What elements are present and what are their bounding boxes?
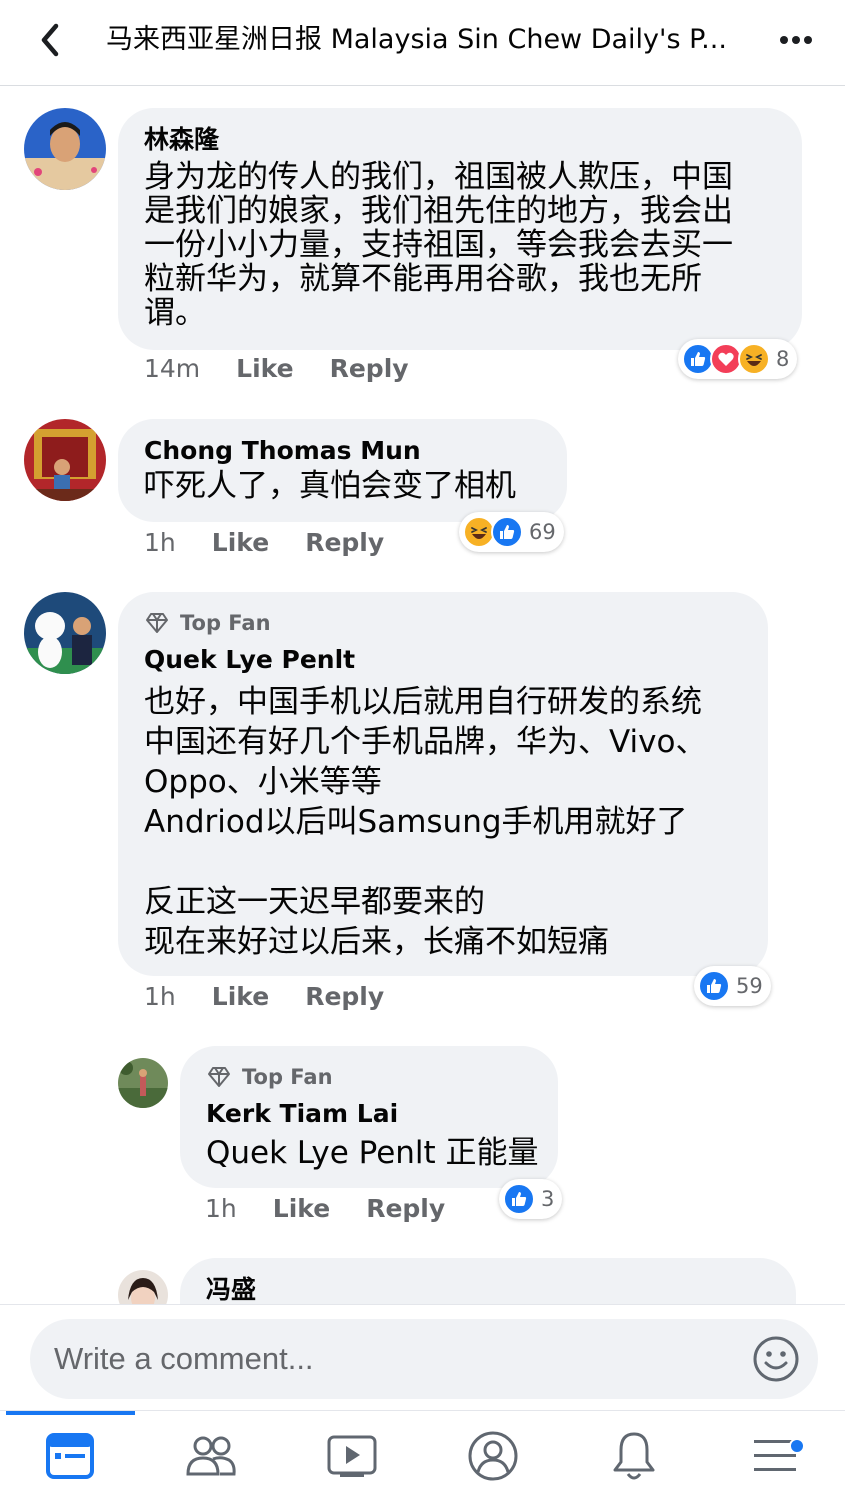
avatar[interactable] <box>24 592 106 674</box>
comment-text: 吓死人了，真怕会变了相机 <box>144 468 516 504</box>
comment-composer <box>0 1304 845 1410</box>
top-fan-badge: Top Fan <box>144 610 271 636</box>
comment-line: 粒新华为，就算不能再用谷歌，我也无所 <box>144 261 702 297</box>
comment-bubble[interactable]: Chong Thomas Mun 吓死人了，真怕会变了相机 <box>118 419 567 522</box>
comment-author[interactable]: Chong Thomas Mun <box>144 435 421 467</box>
comment-line: Oppo、小米等等 <box>144 764 382 800</box>
comment-text: 也好，中国手机以后就用自行研发的系统 中国还有好几个手机品牌，华为、Vivo、 … <box>144 682 754 962</box>
like-reaction-icon <box>503 1183 535 1215</box>
comment-author[interactable]: 林森隆 <box>144 124 219 156</box>
more-dots-icon <box>780 36 788 44</box>
comment-bubble[interactable]: Top Fan Quek Lye Penlt 也好，中国手机以后就用自行研发的系… <box>118 592 768 976</box>
watch-icon <box>327 1435 377 1477</box>
comment-actions: 1h Like Reply <box>144 982 384 1011</box>
like-button[interactable]: Like <box>212 982 269 1011</box>
avatar[interactable] <box>24 108 106 190</box>
comment-text: 身为龙的传人的我们，祖国被人欺压，中国 是我们的娘家，我们祖先住的地方，我会出 … <box>144 160 784 330</box>
news-feed-icon <box>46 1433 94 1479</box>
comment-line: 谓。 <box>144 295 206 331</box>
comment-author[interactable]: Kerk Tiam Lai <box>206 1098 398 1130</box>
tab-notifications[interactable] <box>564 1411 704 1500</box>
top-fan-label: Top Fan <box>180 611 271 635</box>
more-dot <box>792 36 800 44</box>
profile-photo <box>24 592 106 674</box>
reaction-summary[interactable]: 59 <box>694 966 771 1006</box>
comment-author[interactable]: Quek Lye Penlt <box>144 644 355 676</box>
tab-profile[interactable] <box>423 1411 563 1500</box>
reaction-summary[interactable]: 3 <box>499 1179 563 1219</box>
top-fan-label: Top Fan <box>242 1065 333 1089</box>
comment-text: Quek Lye Penlt 正能量 <box>206 1135 539 1171</box>
reply-button[interactable]: Reply <box>366 1194 445 1223</box>
reaction-count: 3 <box>541 1187 555 1211</box>
profile-photo <box>24 108 106 190</box>
haha-reaction-icon <box>738 343 770 375</box>
like-button[interactable]: Like <box>273 1194 330 1223</box>
reaction-count: 59 <box>736 974 763 998</box>
top-fan-badge: Top Fan <box>206 1064 333 1090</box>
like-reaction-icon <box>491 516 523 548</box>
comment-bubble[interactable]: 林森隆 身为龙的传人的我们，祖国被人欺压，中国 是我们的娘家，我们祖先住的地方，… <box>118 108 802 350</box>
tab-friends[interactable] <box>141 1411 281 1500</box>
tab-menu[interactable] <box>705 1411 845 1500</box>
profile-icon <box>468 1431 518 1481</box>
comment-line <box>144 842 754 882</box>
comment-author[interactable]: 冯盛 <box>206 1274 256 1306</box>
profile-photo <box>118 1058 168 1108</box>
page-title: 马来西亚星洲日报 Malaysia Sin Chew Daily's P... <box>106 24 727 55</box>
reaction-count: 69 <box>529 520 556 544</box>
more-dot <box>804 36 812 44</box>
comment-time: 14m <box>144 354 201 383</box>
profile-photo <box>24 419 106 501</box>
tab-watch[interactable] <box>282 1411 422 1500</box>
top-bar: 马来西亚星洲日报 Malaysia Sin Chew Daily's P... <box>0 0 845 86</box>
comment-time: 1h <box>144 982 176 1011</box>
reply-button[interactable]: Reply <box>305 982 384 1011</box>
reply-button[interactable]: Reply <box>330 354 409 383</box>
reply-button[interactable]: Reply <box>305 528 384 557</box>
comment-actions: 14m Like Reply <box>144 354 409 383</box>
comment-bubble[interactable]: Top Fan Kerk Tiam Lai Quek Lye Penlt 正能量 <box>180 1046 558 1188</box>
comment-input-container[interactable] <box>30 1319 818 1399</box>
reaction-summary[interactable]: 69 <box>459 512 564 552</box>
comment-time: 1h <box>144 528 176 557</box>
tab-news-feed[interactable] <box>0 1411 140 1500</box>
comment-line: 是我们的娘家，我们祖先住的地方，我会出 <box>144 193 733 229</box>
comment-line: 反正这一天迟早都要来的 <box>144 884 485 920</box>
smiley-icon <box>753 1336 799 1382</box>
reaction-count: 8 <box>776 347 790 371</box>
avatar[interactable] <box>24 419 106 501</box>
comment-line: 也好，中国手机以后就用自行研发的系统 <box>144 684 702 720</box>
reaction-summary[interactable]: 8 <box>678 339 798 379</box>
comment-input[interactable] <box>54 1339 734 1379</box>
avatar[interactable] <box>118 1058 168 1108</box>
comment-actions: 1h Like Reply <box>205 1194 445 1223</box>
comment-line: 中国还有好几个手机品牌，华为、Vivo、 <box>144 724 707 760</box>
comment-time: 1h <box>205 1194 237 1223</box>
menu-notification-dot <box>789 1438 805 1454</box>
back-button[interactable] <box>28 18 72 62</box>
like-button[interactable]: Like <box>212 528 269 557</box>
diamond-icon <box>206 1066 232 1088</box>
like-button[interactable]: Like <box>236 354 293 383</box>
like-reaction-icon <box>698 970 730 1002</box>
bottom-navigation <box>0 1410 845 1500</box>
comment-actions: 1h Like Reply <box>144 528 384 557</box>
more-options-button[interactable] <box>770 20 822 60</box>
notifications-icon <box>613 1432 655 1480</box>
diamond-icon <box>144 612 170 634</box>
friends-icon <box>186 1436 236 1476</box>
comment-line: 现在来好过以后来，长痛不如短痛 <box>144 924 609 960</box>
comment-line: Andriod以后叫Samsung手机用就好了 <box>144 804 688 840</box>
emoji-button[interactable] <box>752 1335 800 1383</box>
comment-line: 一份小小力量，支持祖国，等会我会去买一 <box>144 227 733 263</box>
comment-line: 身为龙的传人的我们，祖国被人欺压，中国 <box>144 159 733 195</box>
chevron-left-icon <box>41 23 59 57</box>
